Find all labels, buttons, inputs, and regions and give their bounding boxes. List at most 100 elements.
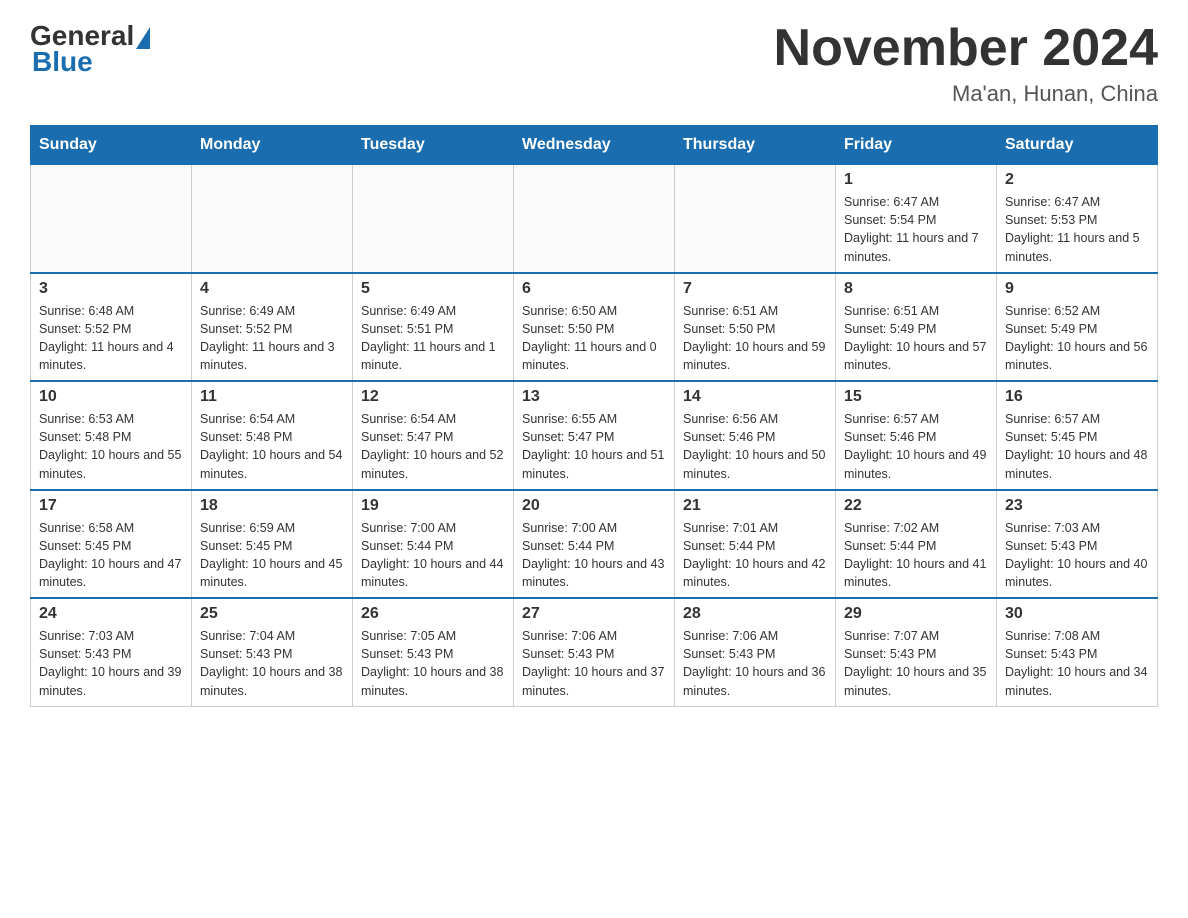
day-number: 26 bbox=[361, 605, 505, 623]
calendar-week-row: 10Sunrise: 6:53 AM Sunset: 5:48 PM Dayli… bbox=[31, 381, 1158, 490]
day-number: 12 bbox=[361, 388, 505, 406]
day-number: 6 bbox=[522, 280, 666, 298]
day-info: Sunrise: 7:01 AM Sunset: 5:44 PM Dayligh… bbox=[683, 519, 827, 592]
calendar-cell: 28 Sunrise: 7:06 AM Sunset: 5:43 PM Dayli… bbox=[675, 598, 836, 706]
calendar-cell bbox=[31, 165, 192, 273]
calendar-cell bbox=[192, 165, 353, 273]
day-number: 13 bbox=[522, 388, 666, 406]
day-info: Sunrise: 6:48 AM Sunset: 5:52 PM Dayligh… bbox=[39, 302, 183, 375]
calendar-week-row: 24Sunrise: 7:03 AM Sunset: 5:43 PM Dayli… bbox=[31, 598, 1158, 706]
calendar-cell: 24Sunrise: 7:03 AM Sunset: 5:43 PM Dayli… bbox=[31, 598, 192, 706]
calendar-cell: 18 Sunrise: 6:59 AM Sunset: 5:45 PM Dayli… bbox=[192, 490, 353, 599]
calendar-week-row: 3 Sunrise: 6:48 AM Sunset: 5:52 PM Daylig… bbox=[31, 273, 1158, 382]
day-number: 14 bbox=[683, 388, 827, 406]
header: General Blue November 2024 Ma'an, Hunan,… bbox=[30, 20, 1158, 107]
calendar-cell: 4 Sunrise: 6:49 AM Sunset: 5:52 PM Daylig… bbox=[192, 273, 353, 382]
logo-triangle-icon bbox=[136, 27, 150, 49]
day-number: 30 bbox=[1005, 605, 1149, 623]
calendar-cell: 22 Sunrise: 7:02 AM Sunset: 5:44 PM Dayli… bbox=[836, 490, 997, 599]
day-info: Sunrise: 7:06 AM Sunset: 5:43 PM Dayligh… bbox=[522, 627, 666, 700]
day-info: Sunrise: 7:05 AM Sunset: 5:43 PM Dayligh… bbox=[361, 627, 505, 700]
calendar-cell: 5Sunrise: 6:49 AM Sunset: 5:51 PM Daylig… bbox=[353, 273, 514, 382]
day-number: 23 bbox=[1005, 497, 1149, 515]
weekday-header-sunday: Sunday bbox=[31, 126, 192, 165]
day-number: 19 bbox=[361, 497, 505, 515]
calendar-table: SundayMondayTuesdayWednesdayThursdayFrid… bbox=[30, 125, 1158, 707]
day-number: 7 bbox=[683, 280, 827, 298]
calendar-cell: 30 Sunrise: 7:08 AM Sunset: 5:43 PM Dayli… bbox=[997, 598, 1158, 706]
weekday-header-thursday: Thursday bbox=[675, 126, 836, 165]
calendar-cell: 29 Sunrise: 7:07 AM Sunset: 5:43 PM Dayli… bbox=[836, 598, 997, 706]
day-info: Sunrise: 7:00 AM Sunset: 5:44 PM Dayligh… bbox=[361, 519, 505, 592]
calendar-cell: 3 Sunrise: 6:48 AM Sunset: 5:52 PM Daylig… bbox=[31, 273, 192, 382]
day-info: Sunrise: 7:03 AM Sunset: 5:43 PM Dayligh… bbox=[1005, 519, 1149, 592]
day-info: Sunrise: 7:07 AM Sunset: 5:43 PM Dayligh… bbox=[844, 627, 988, 700]
day-info: Sunrise: 6:51 AM Sunset: 5:50 PM Dayligh… bbox=[683, 302, 827, 375]
calendar-cell bbox=[353, 165, 514, 273]
weekday-header-wednesday: Wednesday bbox=[514, 126, 675, 165]
day-number: 18 bbox=[200, 497, 344, 515]
day-number: 17 bbox=[39, 497, 183, 515]
day-number: 25 bbox=[200, 605, 344, 623]
day-number: 21 bbox=[683, 497, 827, 515]
month-title: November 2024 bbox=[774, 20, 1158, 77]
day-number: 2 bbox=[1005, 171, 1149, 189]
logo-blue-text: Blue bbox=[32, 46, 93, 78]
calendar-week-row: 17 Sunrise: 6:58 AM Sunset: 5:45 PM Dayli… bbox=[31, 490, 1158, 599]
day-info: Sunrise: 6:49 AM Sunset: 5:52 PM Dayligh… bbox=[200, 302, 344, 375]
weekday-header-saturday: Saturday bbox=[997, 126, 1158, 165]
location-title: Ma'an, Hunan, China bbox=[774, 81, 1158, 107]
day-number: 16 bbox=[1005, 388, 1149, 406]
day-number: 28 bbox=[683, 605, 827, 623]
day-info: Sunrise: 6:54 AM Sunset: 5:47 PM Dayligh… bbox=[361, 410, 505, 483]
calendar-cell: 8 Sunrise: 6:51 AM Sunset: 5:49 PM Daylig… bbox=[836, 273, 997, 382]
calendar-cell bbox=[514, 165, 675, 273]
calendar-week-row: 1Sunrise: 6:47 AM Sunset: 5:54 PM Daylig… bbox=[31, 165, 1158, 273]
weekday-header-friday: Friday bbox=[836, 126, 997, 165]
calendar-cell: 9 Sunrise: 6:52 AM Sunset: 5:49 PM Daylig… bbox=[997, 273, 1158, 382]
day-info: Sunrise: 6:51 AM Sunset: 5:49 PM Dayligh… bbox=[844, 302, 988, 375]
calendar-cell: 20Sunrise: 7:00 AM Sunset: 5:44 PM Dayli… bbox=[514, 490, 675, 599]
day-number: 8 bbox=[844, 280, 988, 298]
calendar-cell: 16 Sunrise: 6:57 AM Sunset: 5:45 PM Dayli… bbox=[997, 381, 1158, 490]
day-info: Sunrise: 6:57 AM Sunset: 5:46 PM Dayligh… bbox=[844, 410, 988, 483]
day-info: Sunrise: 6:47 AM Sunset: 5:53 PM Dayligh… bbox=[1005, 193, 1149, 266]
day-info: Sunrise: 6:56 AM Sunset: 5:46 PM Dayligh… bbox=[683, 410, 827, 483]
weekday-header-tuesday: Tuesday bbox=[353, 126, 514, 165]
day-info: Sunrise: 6:52 AM Sunset: 5:49 PM Dayligh… bbox=[1005, 302, 1149, 375]
calendar-cell: 11Sunrise: 6:54 AM Sunset: 5:48 PM Dayli… bbox=[192, 381, 353, 490]
calendar-cell: 15 Sunrise: 6:57 AM Sunset: 5:46 PM Dayli… bbox=[836, 381, 997, 490]
title-area: November 2024 Ma'an, Hunan, China bbox=[774, 20, 1158, 107]
day-number: 3 bbox=[39, 280, 183, 298]
day-number: 22 bbox=[844, 497, 988, 515]
day-info: Sunrise: 6:50 AM Sunset: 5:50 PM Dayligh… bbox=[522, 302, 666, 375]
day-info: Sunrise: 6:49 AM Sunset: 5:51 PM Dayligh… bbox=[361, 302, 505, 375]
calendar-cell: 2 Sunrise: 6:47 AM Sunset: 5:53 PM Daylig… bbox=[997, 165, 1158, 273]
day-number: 4 bbox=[200, 280, 344, 298]
calendar-cell: 12 Sunrise: 6:54 AM Sunset: 5:47 PM Dayli… bbox=[353, 381, 514, 490]
day-info: Sunrise: 6:59 AM Sunset: 5:45 PM Dayligh… bbox=[200, 519, 344, 592]
day-info: Sunrise: 6:47 AM Sunset: 5:54 PM Dayligh… bbox=[844, 193, 988, 266]
calendar-cell: 13Sunrise: 6:55 AM Sunset: 5:47 PM Dayli… bbox=[514, 381, 675, 490]
day-info: Sunrise: 6:54 AM Sunset: 5:48 PM Dayligh… bbox=[200, 410, 344, 483]
day-info: Sunrise: 6:57 AM Sunset: 5:45 PM Dayligh… bbox=[1005, 410, 1149, 483]
day-info: Sunrise: 7:06 AM Sunset: 5:43 PM Dayligh… bbox=[683, 627, 827, 700]
day-number: 10 bbox=[39, 388, 183, 406]
calendar-cell bbox=[675, 165, 836, 273]
calendar-cell: 7 Sunrise: 6:51 AM Sunset: 5:50 PM Daylig… bbox=[675, 273, 836, 382]
day-info: Sunrise: 6:58 AM Sunset: 5:45 PM Dayligh… bbox=[39, 519, 183, 592]
day-info: Sunrise: 7:08 AM Sunset: 5:43 PM Dayligh… bbox=[1005, 627, 1149, 700]
calendar-cell: 23 Sunrise: 7:03 AM Sunset: 5:43 PM Dayli… bbox=[997, 490, 1158, 599]
day-number: 20 bbox=[522, 497, 666, 515]
logo: General Blue bbox=[30, 20, 150, 78]
calendar-cell: 14 Sunrise: 6:56 AM Sunset: 5:46 PM Dayli… bbox=[675, 381, 836, 490]
day-number: 9 bbox=[1005, 280, 1149, 298]
day-number: 27 bbox=[522, 605, 666, 623]
calendar-cell: 17 Sunrise: 6:58 AM Sunset: 5:45 PM Dayli… bbox=[31, 490, 192, 599]
day-number: 15 bbox=[844, 388, 988, 406]
day-number: 29 bbox=[844, 605, 988, 623]
day-info: Sunrise: 7:02 AM Sunset: 5:44 PM Dayligh… bbox=[844, 519, 988, 592]
day-number: 24 bbox=[39, 605, 183, 623]
calendar-cell: 1Sunrise: 6:47 AM Sunset: 5:54 PM Daylig… bbox=[836, 165, 997, 273]
calendar-header-row: SundayMondayTuesdayWednesdayThursdayFrid… bbox=[31, 126, 1158, 165]
